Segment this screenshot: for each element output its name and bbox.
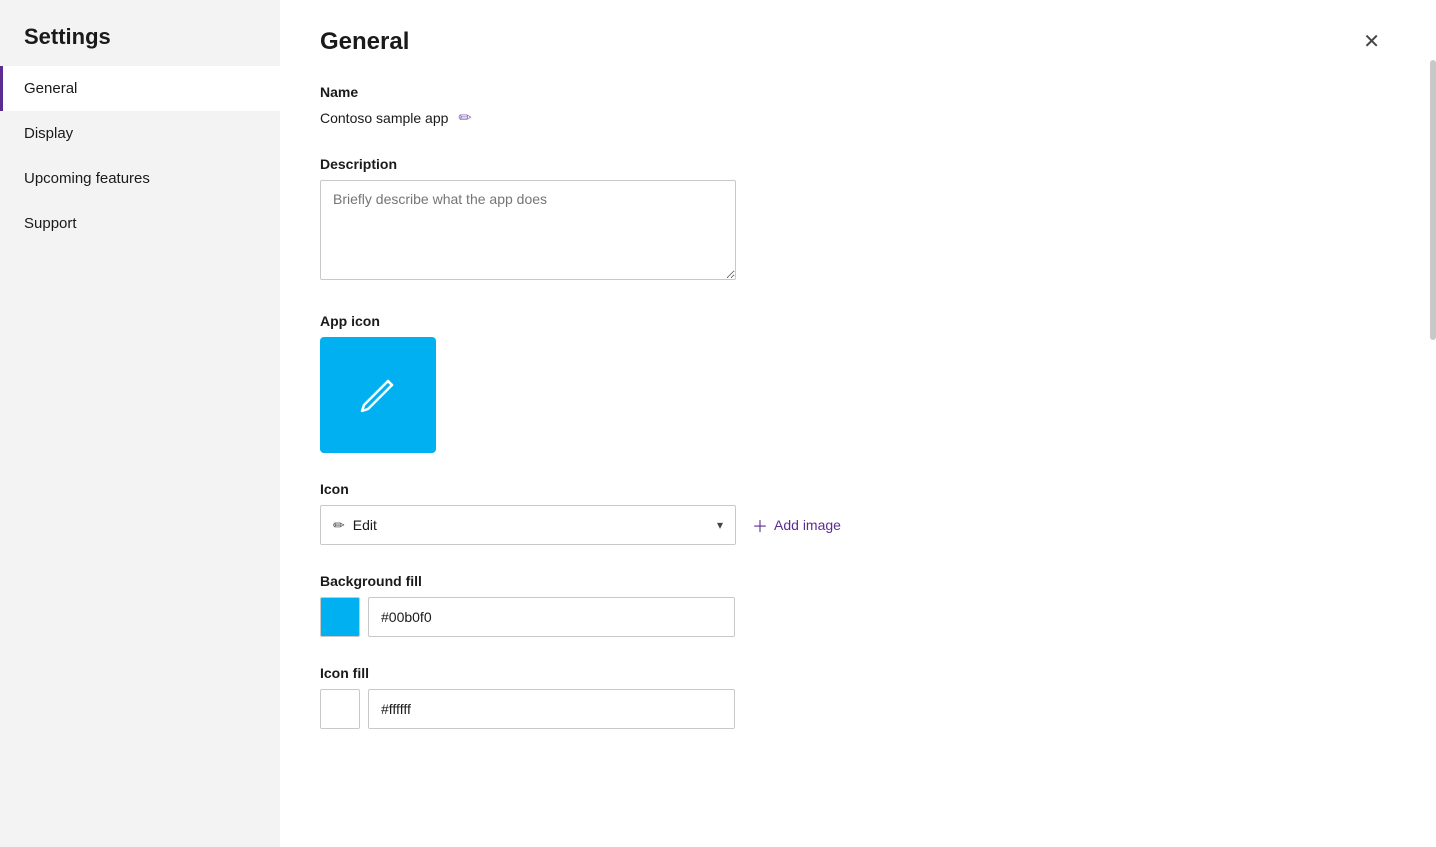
icon-dropdown-label: Icon: [320, 481, 1388, 497]
sidebar-nav: General Display Upcoming features Suppor…: [0, 66, 280, 246]
edit-pencil-small-icon: ✏: [333, 517, 345, 534]
app-icon-preview[interactable]: [320, 337, 436, 453]
scrollbar-thumb[interactable]: [1430, 60, 1436, 340]
background-fill-label: Background fill: [320, 573, 1388, 589]
app-name-value: Contoso sample app: [320, 110, 448, 126]
name-label: Name: [320, 84, 1388, 100]
icon-fill-row: [320, 689, 1388, 729]
icon-dropdown[interactable]: ✏ Edit ▾: [320, 505, 736, 545]
name-section: Name Contoso sample app ✏: [320, 84, 1388, 128]
plus-icon: ＋: [752, 513, 768, 537]
description-label: Description: [320, 156, 1388, 172]
page-title: General: [320, 28, 409, 56]
description-section: Description: [320, 156, 1388, 285]
icon-row: ✏ Edit ▾ ＋ Add image: [320, 505, 1388, 545]
background-color-input[interactable]: [368, 597, 735, 637]
sidebar-item-display[interactable]: Display: [0, 111, 280, 156]
pencil-icon-large: [354, 371, 402, 419]
close-button[interactable]: ✕: [1355, 28, 1388, 56]
add-image-label: Add image: [774, 517, 841, 533]
name-edit-icon[interactable]: ✏: [458, 108, 471, 128]
icon-color-swatch[interactable]: [320, 689, 360, 729]
icon-section: Icon ✏ Edit ▾ ＋ Add image: [320, 481, 1388, 545]
sidebar-item-upcoming-features[interactable]: Upcoming features: [0, 156, 280, 201]
main-header: General ✕: [320, 28, 1388, 56]
main-panel: General ✕ Name Contoso sample app ✏ Desc…: [280, 0, 1436, 847]
sidebar-title: Settings: [0, 0, 280, 66]
background-fill-section: Background fill: [320, 573, 1388, 637]
app-icon-label: App icon: [320, 313, 1388, 329]
icon-fill-label: Icon fill: [320, 665, 1388, 681]
description-textarea[interactable]: [320, 180, 736, 280]
name-row: Contoso sample app ✏: [320, 108, 1388, 128]
add-image-button[interactable]: ＋ Add image: [752, 513, 841, 537]
sidebar-item-support[interactable]: Support: [0, 201, 280, 246]
icon-color-input[interactable]: [368, 689, 735, 729]
scrollbar-track: [1428, 0, 1436, 847]
chevron-down-icon: ▾: [717, 518, 723, 532]
background-fill-row: [320, 597, 1388, 637]
icon-select-value: Edit: [353, 517, 377, 533]
sidebar-item-general[interactable]: General: [0, 66, 280, 111]
background-color-swatch[interactable]: [320, 597, 360, 637]
sidebar: Settings General Display Upcoming featur…: [0, 0, 280, 847]
app-icon-section: App icon: [320, 313, 1388, 453]
icon-fill-section: Icon fill: [320, 665, 1388, 729]
